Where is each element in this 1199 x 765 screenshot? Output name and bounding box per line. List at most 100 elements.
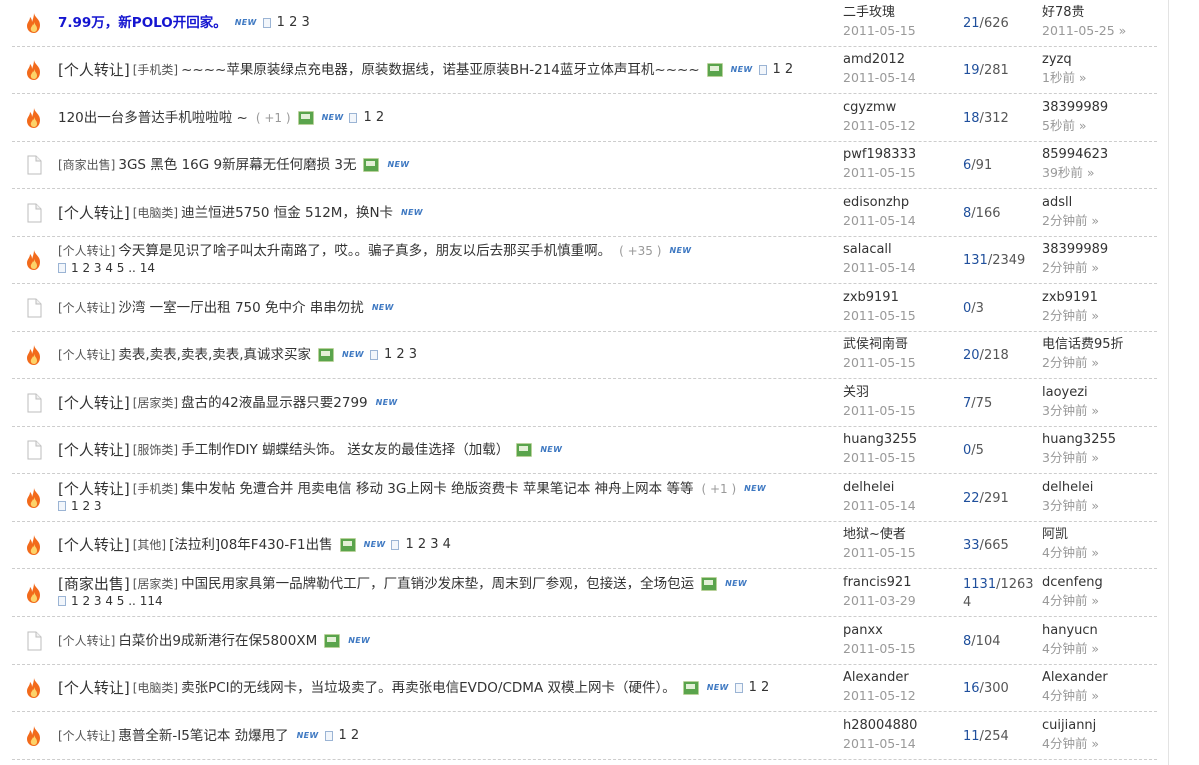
author-name-link[interactable]: salacall	[843, 241, 973, 259]
thread-title-link[interactable]: 手工制作DIY 蝴蝶结头饰。 送女友的最佳选择（加载）	[181, 440, 509, 460]
thread-category-tag[interactable]: [个人转让]	[58, 726, 115, 746]
last-poster-link[interactable]: zyzq	[1042, 51, 1152, 69]
thread-title-link[interactable]: 沙湾 一室一厅出租 750 免中介 串串勿扰	[118, 298, 363, 318]
last-post-time-link[interactable]: 3分钟前 »	[1042, 449, 1152, 467]
image-attachment-icon	[516, 443, 533, 457]
thread-title-link[interactable]: 惠普全新-I5笔记本 劲爆甩了	[118, 726, 288, 746]
thread-type-tag[interactable]: [个人转让]	[58, 393, 130, 413]
thread-page-links[interactable]: 1 2	[749, 678, 770, 698]
thread-title-link[interactable]: 卖表,卖表,卖表,卖表,真诚求买家	[118, 345, 311, 365]
last-post-time-link[interactable]: 2011-05-25 »	[1042, 22, 1152, 40]
thread-title-link[interactable]: 120出一台多普达手机啦啦啦 ~	[58, 108, 248, 128]
thread-category-tag[interactable]: [居家类]	[133, 393, 178, 413]
last-post-time-link[interactable]: 3分钟前 »	[1042, 497, 1152, 515]
thread-subject: [个人转让] [居家类] 盘古的42液晶显示器只要2799 NEW	[58, 380, 838, 426]
thread-page-links[interactable]: 1 2	[339, 726, 360, 746]
last-poster-link[interactable]: 38399989	[1042, 99, 1152, 117]
thread-title-link[interactable]: 盘古的42液晶显示器只要2799	[181, 393, 368, 413]
thread-title-link[interactable]: 集中发帖 免遭合并 甩卖电信 移动 3G上网卡 绝版资费卡 苹果笔记本 神舟上网…	[181, 479, 693, 499]
last-poster-link[interactable]: adsll	[1042, 194, 1152, 212]
author-name-link[interactable]: 地狱~使者	[843, 526, 973, 544]
thread-title-link[interactable]: 白菜价出9成新港行在保5800XM	[118, 631, 317, 651]
last-post-time-link[interactable]: 1秒前 »	[1042, 69, 1152, 87]
author-name-link[interactable]: 关羽	[843, 384, 973, 402]
author-name-link[interactable]: panxx	[843, 622, 973, 640]
last-poster-link[interactable]: Alexander	[1042, 669, 1152, 687]
thread-title-link[interactable]: 卖张PCI的无线网卡，当垃圾卖了。再卖张电信EVDO/CDMA 双模上网卡（硬件…	[181, 678, 676, 698]
last-poster-link[interactable]: zxb9191	[1042, 289, 1152, 307]
thread-category-tag[interactable]: [其他]	[133, 535, 166, 555]
last-post-time-link[interactable]: 2分钟前 »	[1042, 307, 1152, 325]
thread-title-link[interactable]: [法拉利]08年F430-F1出售	[169, 535, 332, 555]
last-post-time-link[interactable]: 5秒前 »	[1042, 117, 1152, 135]
last-post-time-link[interactable]: 3分钟前 »	[1042, 402, 1152, 420]
thread-category-tag[interactable]: [服饰类]	[133, 440, 178, 460]
author-name-link[interactable]: 二手玫瑰	[843, 4, 973, 22]
last-post-time-link[interactable]: 2分钟前 »	[1042, 354, 1152, 372]
thread-category-tag[interactable]: [手机类]	[133, 479, 178, 499]
new-badge: NEW	[401, 208, 423, 217]
thread-type-tag[interactable]: [个人转让]	[58, 440, 130, 460]
author-name-link[interactable]: amd2012	[843, 51, 973, 69]
last-poster-link[interactable]: huang3255	[1042, 431, 1152, 449]
thread-category-tag[interactable]: [电脑类]	[133, 203, 178, 223]
thread-page-links[interactable]: 1 2	[363, 108, 384, 128]
author-name-link[interactable]: h28004880	[843, 717, 973, 735]
thread-title-link[interactable]: 迪兰恒进5750 恒金 512M，换N卡	[181, 203, 393, 223]
thread-row: [个人转让] 白菜价出9成新港行在保5800XM NEW panxx 2011-05…	[12, 618, 1157, 665]
author-name-link[interactable]: pwf198333	[843, 146, 973, 164]
last-post-time-link[interactable]: 2分钟前 »	[1042, 259, 1152, 277]
last-post-time-link[interactable]: 2分钟前 »	[1042, 212, 1152, 230]
thread-category-tag[interactable]: [个人转让]	[58, 345, 115, 365]
author-name-link[interactable]: edisonzhp	[843, 194, 973, 212]
last-poster-link[interactable]: delhelei	[1042, 479, 1152, 497]
last-poster-link[interactable]: 38399989	[1042, 241, 1152, 259]
reply-count: 1131	[963, 577, 997, 592]
thread-category-tag[interactable]: [电脑类]	[133, 678, 178, 698]
last-poster-link[interactable]: 85994623	[1042, 146, 1152, 164]
thread-page-links[interactable]: 1 2 3 4 5 .. 14	[71, 258, 155, 278]
thread-category-tag[interactable]: [个人转让]	[58, 298, 115, 318]
last-poster-link[interactable]: 阿凯	[1042, 526, 1152, 544]
last-poster-link[interactable]: cuijiannj	[1042, 717, 1152, 735]
author-name-link[interactable]: delhelei	[843, 479, 973, 497]
author-name-link[interactable]: cgyzmw	[843, 99, 973, 117]
thread-category-tag[interactable]: [商家出售]	[58, 155, 115, 175]
last-post-time-link[interactable]: 4分钟前 »	[1042, 544, 1152, 562]
thread-type-tag[interactable]: [个人转让]	[58, 60, 130, 80]
last-post-time-link[interactable]: 4分钟前 »	[1042, 640, 1152, 658]
last-poster-link[interactable]: laoyezi	[1042, 384, 1152, 402]
last-poster-link[interactable]: hanyucn	[1042, 622, 1152, 640]
thread-title-link[interactable]: 中国民用家具第一品牌勒代工厂，厂直销沙发床垫，周末到厂参观，包接送，全场包运	[181, 574, 694, 594]
author-name-link[interactable]: 武侯祠南哥	[843, 336, 973, 354]
thread-type-tag[interactable]: [个人转让]	[58, 678, 130, 698]
thread-page-links[interactable]: 1 2 3 4	[405, 535, 450, 555]
thread-page-links[interactable]: 1 2 3	[384, 345, 417, 365]
thread-subject: [个人转让] 白菜价出9成新港行在保5800XM NEW	[58, 618, 838, 664]
author-name-link[interactable]: zxb9191	[843, 289, 973, 307]
last-post-time-link[interactable]: 4分钟前 »	[1042, 735, 1152, 753]
thread-row: [个人转让] [电脑类] 卖张PCI的无线网卡，当垃圾卖了。再卖张电信EVDO/CD…	[12, 665, 1157, 712]
thread-page-links[interactable]: 1 2 3	[71, 496, 102, 516]
author-name-link[interactable]: huang3255	[843, 431, 973, 449]
thread-category-tag[interactable]: [手机类]	[133, 60, 178, 80]
thread-title-link[interactable]: 7.99万，新POLO开回家。	[58, 13, 227, 33]
thread-type-tag[interactable]: [个人转让]	[58, 203, 130, 223]
thread-category-tag[interactable]: [个人转让]	[58, 631, 115, 651]
thread-title-link[interactable]: ~~~~苹果原装绿点充电器，原装数据线，诺基亚原装BH-214蓝牙立体声耳机~~…	[181, 60, 700, 80]
thread-type-tag[interactable]: [个人转让]	[58, 535, 130, 555]
last-post-time-link[interactable]: 39秒前 »	[1042, 164, 1152, 182]
last-poster-link[interactable]: dcenfeng	[1042, 574, 1152, 592]
thread-title-link[interactable]: 3GS 黑色 16G 9新屏幕无任何磨损 3无	[118, 155, 356, 175]
last-poster-link[interactable]: 好78贵	[1042, 4, 1152, 22]
thread-page-links[interactable]: 1 2 3 4 5 .. 114	[71, 591, 163, 611]
last-post-time-link[interactable]: 4分钟前 »	[1042, 687, 1152, 705]
author-name-link[interactable]: Alexander	[843, 669, 973, 687]
last-post-time-link[interactable]: 4分钟前 »	[1042, 592, 1152, 610]
thread-page-links[interactable]: 1 2 3	[277, 13, 310, 33]
thread-author: 二手玫瑰 2011-05-15	[843, 4, 973, 40]
thread-page-links[interactable]: 1 2	[773, 60, 794, 80]
author-name-link[interactable]: francis921	[843, 574, 973, 592]
thread-title-link[interactable]: 今天算是见识了啥子叫太升南路了，哎。。骗子真多，朋友以后去那买手机慎重啊。	[118, 241, 611, 261]
last-poster-link[interactable]: 电信话费95折	[1042, 336, 1152, 354]
